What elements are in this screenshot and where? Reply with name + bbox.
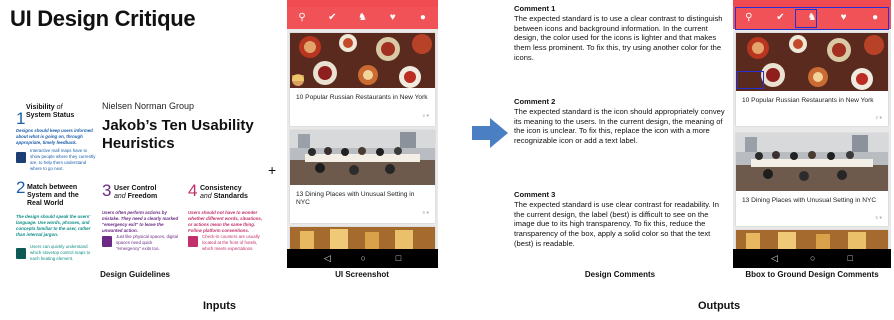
back-icon[interactable]: ◁	[771, 254, 778, 263]
outputs-label: Outputs	[698, 300, 741, 312]
card-title: 13 Dining Places with Unusual Setting in…	[296, 191, 415, 207]
heuristic-4-number: 4	[188, 181, 198, 200]
heuristic-1-title: Visibility of System Status	[26, 104, 75, 120]
comment-3: Comment 3 The expected standard is use c…	[514, 190, 726, 249]
card-meta: 5 ♥	[422, 210, 429, 215]
ui-screenshot-caption: UI Screenshot	[335, 270, 389, 279]
heuristic-2-desc: The design should speak the users' langu…	[16, 214, 91, 237]
heuristic-4-title: Consistency and Standards	[200, 185, 248, 201]
heuristic-3-desc: Users often perform actions by mistake. …	[102, 210, 179, 233]
card-meta: 2 ♥	[422, 113, 429, 118]
comment-body: The expected standard is the icon should…	[514, 107, 725, 146]
heuristic-4-desc: Users should not have to wonder whether …	[188, 210, 263, 233]
comment-body: The expected standard is to use a clear …	[514, 14, 723, 62]
recents-icon[interactable]: □	[396, 254, 401, 263]
heuristic-2-title: Match between System and the Real World	[27, 184, 79, 208]
app-navbar: ⚲ ✔ ♞ ♥ ●	[287, 7, 438, 29]
home-icon[interactable]: ○	[810, 254, 815, 263]
bbox-comment-2	[795, 9, 817, 28]
plus-sign: +	[268, 162, 277, 178]
restaurant-photo	[290, 33, 435, 88]
android-nav-bar: ◁ ○ □	[287, 249, 438, 268]
exit-door-icon	[102, 236, 112, 247]
design-comments-caption: Design Comments	[584, 270, 656, 279]
rooftop-dining-image	[736, 133, 888, 191]
status-bar	[287, 0, 438, 7]
location-icon[interactable]: ⚲	[295, 13, 309, 23]
comment-title: Comment 1	[514, 4, 556, 13]
mall-map-icon	[16, 152, 26, 163]
guidelines-card: 1 Visibility of System Status Designs sh…	[6, 90, 262, 270]
heuristic-1-desc: Designs should keep users informed about…	[16, 128, 93, 145]
back-icon[interactable]: ◁	[324, 254, 331, 263]
heuristic-1-example: Interactive mall maps have to show peopl…	[30, 148, 96, 171]
nng-heading: Jakob’s Ten Usability Heuristics	[102, 117, 254, 153]
horse-icon[interactable]: ♞	[355, 13, 369, 23]
inputs-label: Inputs	[203, 300, 236, 312]
main-title: UI Design Critique	[10, 6, 196, 31]
card-title: 13 Dining Places with Unusual Setting in…	[742, 197, 877, 204]
recents-icon[interactable]: □	[848, 254, 853, 263]
hotel-counter-icon	[188, 236, 198, 247]
design-guidelines-caption: Design Guidelines	[100, 270, 170, 279]
list-item[interactable]: 10 Popular Russian Restaurants in New Yo…	[290, 33, 435, 126]
android-nav-bar: ◁ ○ □	[733, 249, 891, 268]
comment-title: Comment 2	[514, 97, 556, 106]
comment-body: The expected standard is use clear contr…	[514, 200, 719, 248]
comment-title: Comment 3	[514, 190, 556, 199]
card-title: 10 Popular Russian Restaurants in New Yo…	[742, 97, 874, 104]
card-title: 10 Popular Russian Restaurants in New Yo…	[296, 94, 428, 101]
check-icon[interactable]: ✔	[325, 13, 339, 23]
dining-photo	[290, 130, 435, 185]
heuristic-3-title: User Control and Freedom	[114, 185, 158, 201]
heart-icon[interactable]: ♥	[386, 13, 400, 23]
list-item[interactable]: 13 Dining Places with Unusual Setting in…	[736, 133, 888, 226]
ui-screenshot-phone: ⚲ ✔ ♞ ♥ ● 10 Popular Russian Restaurants…	[287, 0, 438, 268]
list-item[interactable]: 13 Dining Places with Unusual Setting in…	[290, 130, 435, 223]
heuristic-3-number: 3	[102, 181, 112, 200]
arrow-right-icon	[472, 118, 508, 148]
heuristic-2-example: Users can quickly understand which stove…	[30, 244, 91, 261]
bbox-comment-3	[737, 71, 764, 89]
status-bar	[733, 0, 891, 7]
food-table-image	[290, 33, 435, 88]
heuristic-1-number: 1	[16, 109, 26, 128]
comment-2: Comment 2 The expected standard is the i…	[514, 97, 726, 146]
card-meta: 5 ♥	[875, 215, 882, 220]
bbox-caption: Bbox to Ground Design Comments	[745, 270, 879, 279]
comment-1: Comment 1 The expected standard is to us…	[514, 4, 726, 63]
card-meta: 2 ♥	[875, 115, 882, 120]
dining-photo	[736, 133, 888, 191]
best-label-badge	[292, 75, 304, 81]
stovetop-icon	[16, 248, 26, 259]
bbox-screenshot-phone: ⚲ ✔ ♞ ♥ ● 10 Popular Russian Restaurants…	[733, 0, 891, 268]
heuristic-4-example: Check-in counters are usually located at…	[202, 234, 260, 251]
rooftop-dining-image	[290, 130, 435, 185]
heuristic-3-example: Just like physical spaces, digital space…	[116, 234, 178, 251]
home-icon[interactable]: ○	[361, 254, 366, 263]
nng-label: Nielsen Norman Group	[102, 101, 195, 111]
heuristic-2-number: 2	[16, 178, 26, 197]
person-icon[interactable]: ●	[416, 13, 430, 23]
